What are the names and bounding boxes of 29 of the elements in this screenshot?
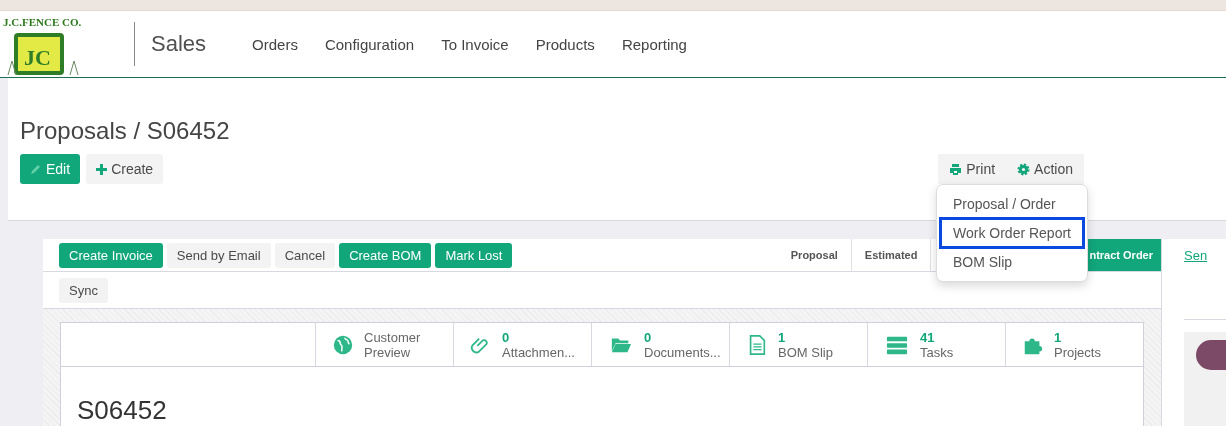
- avatar: [1196, 340, 1226, 370]
- smart-button-label: 41 Tasks: [920, 329, 954, 360]
- smart-button-label: Customer Preview: [364, 329, 421, 360]
- breadcrumb: Proposals / S06452: [20, 117, 231, 146]
- header-button[interactable]: Send by Email: [166, 242, 271, 268]
- menu-item[interactable]: Orders: [252, 35, 298, 53]
- gear-icon: [1017, 162, 1031, 176]
- smart-button-label: 0 Attachmen...: [502, 329, 575, 360]
- smart-button-label: 1 Projects: [1054, 329, 1101, 360]
- pencil-icon: [30, 163, 42, 175]
- header-button[interactable]: Sync: [59, 277, 108, 303]
- print-button[interactable]: Print: [938, 154, 1007, 184]
- globe-icon: [332, 333, 354, 356]
- menu-item[interactable]: To Invoice: [441, 35, 509, 53]
- company-logo: J.C.FENCE CO. JC: [0, 11, 92, 77]
- menu-item[interactable]: Products: [535, 35, 595, 53]
- plus-icon: [96, 163, 108, 175]
- menu-item[interactable]: Configuration: [324, 35, 415, 53]
- printer-icon: [949, 162, 963, 176]
- smart-button-label: 1 BOM Slip: [778, 329, 833, 360]
- record-title: S06452: [76, 394, 168, 426]
- app-title: Sales: [151, 31, 207, 57]
- menu-item[interactable]: Reporting: [621, 35, 687, 53]
- dropdown-item[interactable]: Work Order Report: [939, 217, 1085, 249]
- gear-menu-button[interactable]: Action: [1006, 154, 1084, 184]
- smart-button-label: 0 Documents...: [644, 329, 721, 360]
- dropdown-item[interactable]: Proposal / Order: [937, 191, 1087, 217]
- header-button[interactable]: Cancel: [274, 242, 336, 268]
- create-button[interactable]: Create: [86, 154, 164, 184]
